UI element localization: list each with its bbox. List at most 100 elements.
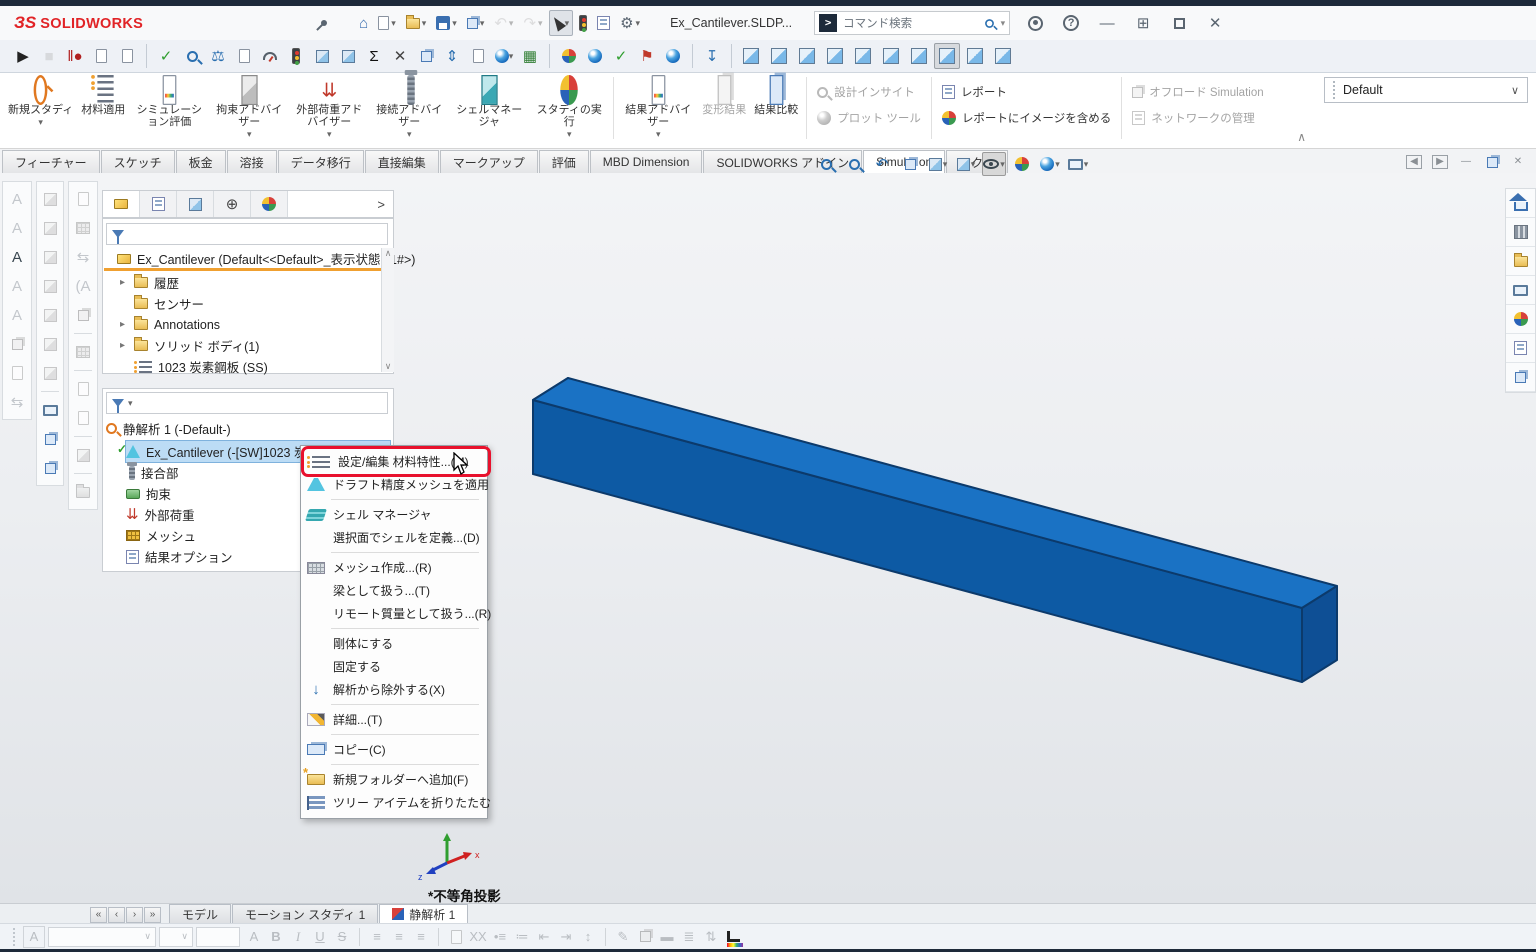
menu-item[interactable] — [157, 19, 179, 27]
heads-up-button[interactable]: ▾ — [1038, 152, 1062, 176]
pane-control-button[interactable]: ◀ — [1406, 155, 1422, 169]
quick-access-button[interactable]: ▾ — [548, 10, 574, 36]
format-button[interactable]: ▬ — [656, 926, 678, 948]
window-control-button[interactable]: ? — [1060, 12, 1082, 34]
quick-access-button[interactable]: ⚙ ▾ — [616, 10, 644, 36]
quick-access-button[interactable]: ↷ ▾ — [519, 10, 546, 36]
ribbon-button[interactable]: ⇊ 外部荷重アドバイザー ▾ — [289, 75, 369, 145]
command-tab[interactable]: データ移行 — [277, 150, 364, 173]
toolbar-button[interactable]: ▾ — [231, 43, 257, 69]
window-control-button[interactable]: ⊞ — [1132, 12, 1154, 34]
format-button[interactable]: B — [265, 926, 287, 948]
ribbon-button[interactable]: 新規スタディ ▾ — [4, 75, 77, 145]
text-height-field[interactable] — [196, 926, 240, 947]
view-cube-button[interactable] — [962, 43, 988, 69]
ribbon-button[interactable]: 変形結果 ▾ — [698, 75, 750, 145]
pane-control-button[interactable]: — — [1458, 155, 1474, 169]
format-button[interactable]: ≡ — [410, 926, 432, 948]
quick-access-button[interactable]: ▾ — [402, 10, 431, 36]
ribbon-collapse-chevron[interactable]: ∧ — [1297, 130, 1306, 144]
ribbon-small-button[interactable]: 設計インサイト — [817, 81, 921, 103]
study-tab[interactable]: 静解析 1 — [379, 904, 469, 923]
heads-up-button[interactable]: ▾ — [814, 152, 838, 176]
font-name-select[interactable]: ∨ — [48, 926, 156, 947]
pane-control-button[interactable] — [1484, 155, 1500, 169]
tab-nav-button[interactable]: « — [90, 907, 107, 923]
toolbar-button[interactable]: ✓▾ — [608, 43, 634, 69]
quick-access-button[interactable]: ▾ — [374, 10, 400, 36]
pane-control-button[interactable]: ✕ — [1510, 155, 1526, 169]
quick-access-button[interactable]: ▾ — [593, 10, 614, 36]
quick-access-button[interactable]: ⌂▾ — [355, 10, 372, 36]
menu-item[interactable] — [179, 19, 201, 27]
format-button[interactable]: ≣ — [678, 926, 700, 948]
task-pane-button[interactable] — [1506, 305, 1535, 334]
task-pane-button[interactable] — [1506, 247, 1535, 276]
toolbar-button[interactable]: ▾ — [465, 43, 491, 69]
format-button[interactable]: ⇤ — [533, 926, 555, 948]
configuration-selector[interactable]: Default ∨ — [1324, 77, 1528, 103]
ribbon-button[interactable]: 拘束アドバイザー ▾ — [209, 75, 289, 145]
toolbar-button[interactable]: ▾ — [283, 43, 309, 69]
context-menu-item[interactable]: コピー(C) — [301, 738, 487, 761]
toolbar-button[interactable]: ▾ — [309, 43, 335, 69]
format-button[interactable]: •≡ — [489, 926, 511, 948]
toolbar-button[interactable]: ■▾ — [36, 43, 62, 69]
ribbon-small-button[interactable]: ネットワークの管理 — [1132, 107, 1263, 129]
viewport-canvas[interactable]: x z *不等角投影 A A A A A ⇆ ⇆ (A — [0, 173, 1536, 904]
pane-control-button[interactable]: ▶ — [1432, 155, 1448, 169]
format-button[interactable] — [634, 926, 656, 948]
context-menu-item[interactable]: 剛体にする — [301, 632, 487, 655]
ribbon-small-button[interactable]: プロット ツール — [817, 107, 921, 129]
tab-nav-button[interactable]: » — [144, 907, 161, 923]
task-pane-button[interactable] — [1506, 334, 1535, 363]
quick-access-button[interactable]: ▾ — [432, 10, 461, 36]
context-menu-item[interactable]: 新規フォルダーへ追加(F) — [301, 766, 487, 791]
context-menu-item[interactable]: 固定する — [301, 655, 487, 678]
note-style-icon[interactable]: A — [23, 925, 45, 948]
command-tab[interactable]: 板金 — [175, 150, 226, 173]
command-tab[interactable]: MBD Dimension — [589, 150, 703, 173]
tab-nav-button[interactable]: ‹ — [108, 907, 125, 923]
cantilever-beam-model[interactable] — [0, 173, 1536, 903]
format-button[interactable]: I — [287, 926, 309, 948]
quick-access-button[interactable]: ▾ — [575, 10, 591, 36]
heads-up-button[interactable]: ▾ — [1010, 152, 1034, 176]
toolbar-button[interactable]: ▾ — [114, 43, 140, 69]
view-cube-button[interactable] — [794, 43, 820, 69]
heads-up-button[interactable]: ▾ — [842, 152, 866, 176]
toolbar-button[interactable]: ▾ — [413, 43, 439, 69]
context-menu-item[interactable]: メッシュ作成...(R) — [301, 556, 487, 579]
toolbar-button[interactable]: ‖●▾ — [62, 43, 88, 69]
menu-item[interactable] — [289, 19, 311, 27]
study-tab[interactable]: モーション スタディ 1 — [232, 904, 379, 923]
toolbar-button[interactable]: ✓▾ — [153, 43, 179, 69]
task-pane-button[interactable] — [1506, 218, 1535, 247]
format-button[interactable]: ⇥ — [555, 926, 577, 948]
toolbar-button[interactable]: ▾ — [88, 43, 114, 69]
view-cube-button[interactable] — [934, 43, 960, 69]
ribbon-small-button[interactable]: レポートにイメージを含める — [941, 107, 1111, 129]
toolbar-button[interactable]: ▾ — [335, 43, 361, 69]
font-size-select[interactable]: ∨ — [159, 926, 193, 947]
toolbar-button[interactable]: ▦▾ — [517, 43, 543, 69]
ribbon-button[interactable]: 材料適用 ▾ — [77, 75, 129, 145]
view-cube-button[interactable] — [738, 43, 764, 69]
heads-up-button[interactable]: ▾ — [926, 152, 950, 176]
view-cube-button[interactable] — [822, 43, 848, 69]
format-button[interactable]: ⇅ — [700, 926, 722, 948]
toolbar-button[interactable]: ↧▾ — [699, 43, 725, 69]
toolbar-button[interactable]: Σ▾ — [361, 43, 387, 69]
toolbar-button[interactable]: ▾ — [556, 43, 582, 69]
task-pane-button[interactable] — [1506, 363, 1535, 392]
format-button[interactable]: A — [243, 926, 265, 948]
context-menu-item[interactable]: 詳細...(T) — [301, 708, 487, 731]
command-tab[interactable]: フィーチャー — [2, 150, 100, 173]
format-button[interactable]: S — [331, 926, 353, 948]
ribbon-button[interactable]: 結果アドバイザー ▾ — [618, 75, 698, 145]
menu-item[interactable] — [201, 19, 223, 27]
heads-up-button[interactable]: ▾ — [982, 152, 1006, 176]
view-cube-button[interactable] — [850, 43, 876, 69]
ribbon-small-button[interactable]: レポート — [941, 81, 1111, 103]
window-control-button[interactable]: ✕ — [1204, 12, 1226, 34]
